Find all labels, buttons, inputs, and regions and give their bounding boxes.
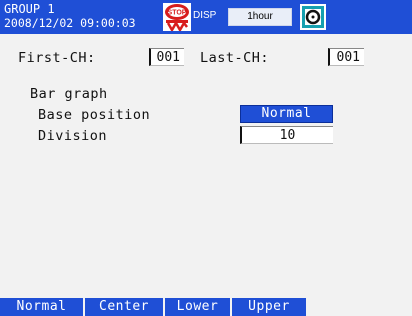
base-position-label: Base position: [38, 107, 151, 123]
softkey-center[interactable]: Center: [85, 298, 165, 316]
softkey-lower[interactable]: Lower: [165, 298, 232, 316]
media-icon: [300, 4, 326, 30]
first-ch-label: First-CH:: [18, 50, 96, 66]
screen: GROUP 1 2008/12/02 09:00:03 STOP DISP 1h…: [0, 0, 412, 316]
display-label: DISP: [193, 10, 217, 21]
group-name: GROUP 1: [4, 2, 55, 16]
first-ch-field[interactable]: 001: [149, 48, 184, 66]
bar-graph-heading: Bar graph: [30, 86, 108, 102]
softkey-normal[interactable]: Normal: [0, 298, 85, 316]
base-position-field[interactable]: Normal: [240, 105, 333, 123]
last-ch-label: Last-CH:: [200, 50, 270, 66]
soft-key-bar: Normal Center Lower Upper: [0, 298, 412, 316]
softkey-upper[interactable]: Upper: [232, 298, 308, 316]
division-label: Division: [38, 128, 108, 144]
last-ch-field[interactable]: 001: [328, 48, 364, 66]
date-time: 2008/12/02 09:00:03: [4, 16, 136, 30]
stop-icon: STOP: [163, 3, 191, 31]
display-rate: 1hour: [228, 8, 292, 26]
status-header: GROUP 1 2008/12/02 09:00:03 STOP DISP 1h…: [0, 0, 412, 34]
division-field[interactable]: 10: [240, 126, 333, 144]
svg-text:STOP: STOP: [168, 10, 187, 17]
